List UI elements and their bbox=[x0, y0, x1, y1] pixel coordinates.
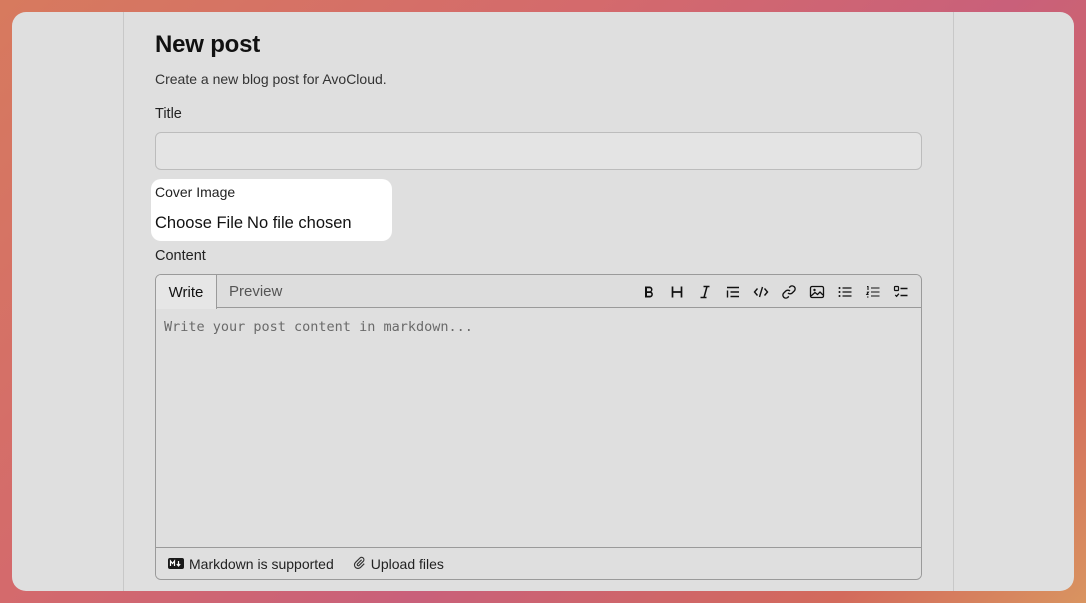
quote-icon[interactable] bbox=[719, 278, 747, 306]
app-window: New post Create a new blog post for AvoC… bbox=[12, 12, 1074, 591]
paperclip-icon bbox=[352, 555, 366, 572]
choose-file-button[interactable]: Choose File bbox=[155, 214, 243, 233]
tab-write[interactable]: Write bbox=[156, 275, 217, 309]
content-textarea[interactable] bbox=[156, 309, 921, 548]
title-label: Title bbox=[155, 106, 182, 122]
markdown-toolbar bbox=[635, 275, 915, 308]
markdown-icon bbox=[168, 558, 184, 569]
file-input[interactable]: Choose File No file chosen bbox=[155, 214, 352, 233]
page-title: New post bbox=[155, 31, 261, 58]
tab-preview[interactable]: Preview bbox=[229, 275, 282, 308]
markdown-supported-note[interactable]: Markdown is supported bbox=[168, 556, 334, 572]
unordered-list-icon[interactable] bbox=[831, 278, 859, 306]
link-icon[interactable] bbox=[775, 278, 803, 306]
task-list-icon[interactable] bbox=[887, 278, 915, 306]
editor-tab-bar: Write Preview bbox=[156, 275, 921, 309]
image-icon[interactable] bbox=[803, 278, 831, 306]
editor-footer: Markdown is supported Upload files bbox=[156, 547, 921, 579]
cover-image-label: Cover Image bbox=[155, 184, 236, 200]
upload-files-button[interactable]: Upload files bbox=[352, 555, 444, 572]
left-column-divider bbox=[123, 12, 124, 591]
page-subtitle: Create a new blog post for AvoCloud. bbox=[155, 71, 387, 87]
italic-icon[interactable] bbox=[691, 278, 719, 306]
markdown-editor: Write Preview Write your post content in… bbox=[155, 274, 922, 580]
ordered-list-icon[interactable] bbox=[859, 278, 887, 306]
title-input[interactable] bbox=[155, 132, 922, 170]
file-status-text: No file chosen bbox=[247, 214, 352, 232]
upload-files-label: Upload files bbox=[370, 555, 444, 572]
markdown-supported-label: Markdown is supported bbox=[189, 555, 334, 572]
bold-icon[interactable] bbox=[635, 278, 663, 306]
cover-image-field: Cover Image Choose File No file chosen bbox=[151, 179, 392, 241]
right-column-divider bbox=[953, 12, 954, 591]
code-icon[interactable] bbox=[747, 278, 775, 306]
content-label: Content bbox=[155, 248, 206, 264]
heading-icon[interactable] bbox=[663, 278, 691, 306]
